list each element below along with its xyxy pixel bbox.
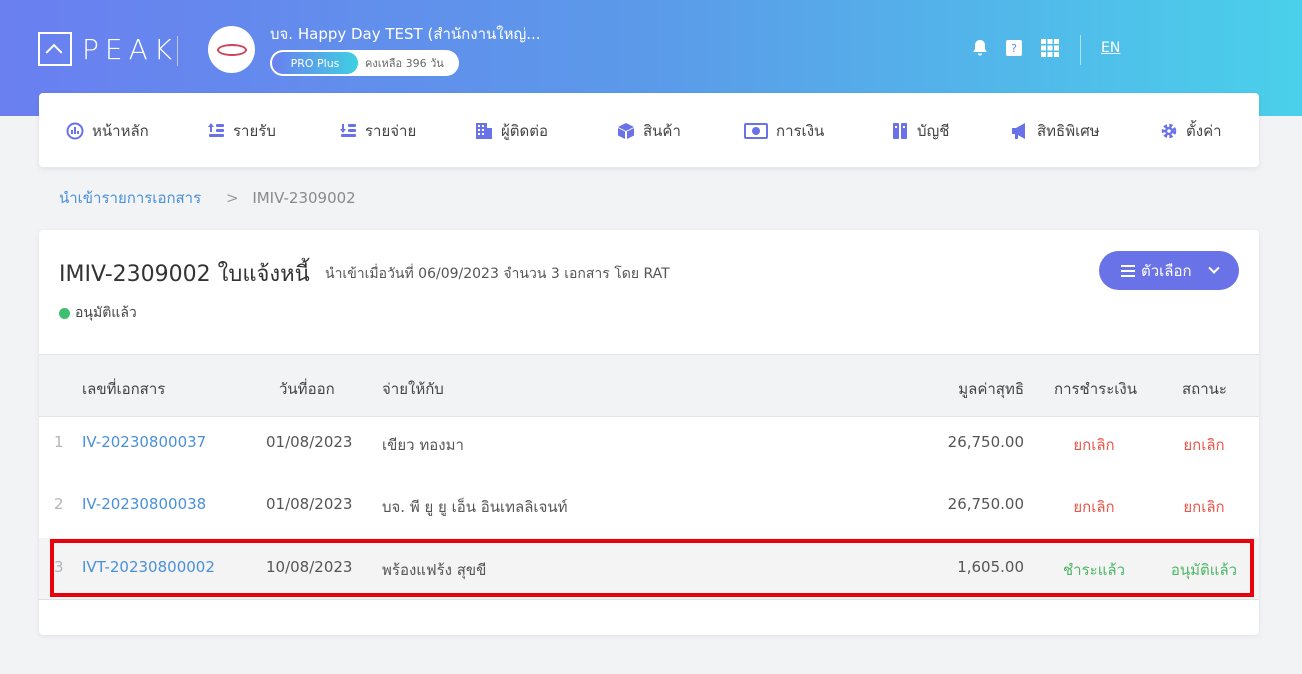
table-row[interactable]: 1 IV-20230800037 01/08/2023 เขียว ทองมา … <box>39 413 1259 475</box>
nav-products[interactable]: สินค้า <box>617 119 681 143</box>
plan-badge[interactable]: PRO Plus คงเหลือ 396 วัน <box>270 50 459 76</box>
plan-name: PRO Plus <box>272 52 358 74</box>
payee: พร้องแฟร้ง สุขขี <box>382 561 487 579</box>
page-title: IMIV-2309002 ใบแจ้งหนี้ <box>59 262 310 287</box>
megaphone-icon <box>1011 122 1029 140</box>
nav-label: รายจ่าย <box>365 122 417 140</box>
chevron-down-icon <box>1207 262 1220 274</box>
status-text: อนุมัติแล้ว <box>75 305 137 321</box>
breadcrumb-separator: > <box>225 189 239 207</box>
nav-accounting[interactable]: บัญชี <box>891 119 949 143</box>
product-box-icon <box>617 122 635 140</box>
nav-dashboard[interactable]: หน้าหลัก <box>66 119 149 143</box>
language-switch[interactable]: EN <box>1101 40 1120 56</box>
options-label: ตัวเลือก <box>1141 261 1192 280</box>
import-meta: นำเข้าเมื่อวันที่ 06/09/2023 จำนวน 3 เอก… <box>325 266 670 282</box>
row-number: 3 <box>54 558 64 576</box>
net-amount: 26,750.00 <box>947 433 1024 451</box>
nav-label: ตั้งค่า <box>1186 122 1222 140</box>
doc-number-link[interactable]: IV-20230800037 <box>82 433 206 451</box>
col-status[interactable]: สถานะ <box>1182 377 1227 401</box>
company-name[interactable]: บจ. Happy Day TEST (สำนักงานใหญ่... <box>270 22 541 46</box>
header-divider <box>177 36 178 66</box>
row-number: 2 <box>54 495 64 513</box>
expense-icon <box>339 122 357 140</box>
income-icon <box>207 122 225 140</box>
nav-contacts[interactable]: ผู้ติดต่อ <box>475 119 548 143</box>
col-payment[interactable]: การชำระเงิน <box>1054 377 1137 401</box>
plan-remaining: คงเหลือ 396 วัน <box>365 57 444 70</box>
contacts-building-icon <box>475 122 493 140</box>
payment-status: ชำระแล้ว <box>1063 561 1125 579</box>
document-status: อนุมัติแล้ว <box>1170 561 1238 579</box>
svg-text:?: ? <box>1011 42 1017 55</box>
nav-label: สินค้า <box>643 122 681 140</box>
nav-label: บัญชี <box>917 122 950 140</box>
dashboard-icon <box>66 122 84 140</box>
row-number: 1 <box>54 433 64 451</box>
table-row[interactable]: 2 IV-20230800038 01/08/2023 บจ. พี ยู ยู… <box>39 475 1259 537</box>
col-payee[interactable]: จ่ายให้กับ <box>382 377 444 401</box>
company-avatar[interactable] <box>208 26 255 73</box>
net-amount: 1,605.00 <box>957 558 1024 576</box>
nav-income[interactable]: รายรับ <box>207 119 276 143</box>
issue-date: 01/08/2023 <box>266 495 353 513</box>
net-amount: 26,750.00 <box>947 495 1024 513</box>
payment-status: ยกเลิก <box>1073 436 1115 454</box>
issue-date: 10/08/2023 <box>266 558 353 576</box>
logo-mark-icon <box>38 32 72 66</box>
peak-logo[interactable]: PEAK <box>38 32 178 66</box>
breadcrumb: นำเข้ารายการเอกสาร > IMIV-2309002 <box>59 186 356 210</box>
nav-label: ผู้ติดต่อ <box>501 122 549 140</box>
main-nav: หน้าหลัก รายรับ รายจ่าย ผู้ติดต่อ สินค้า… <box>39 93 1259 167</box>
money-icon <box>744 122 768 140</box>
ledger-book-icon <box>891 122 909 140</box>
options-dropdown-button[interactable]: ตัวเลือก <box>1099 251 1239 290</box>
company-logo-icon <box>216 43 247 56</box>
payee: เขียว ทองมา <box>382 436 464 454</box>
breadcrumb-current: IMIV-2309002 <box>252 189 356 207</box>
nav-settings[interactable]: ตั้งค่า <box>1160 119 1222 143</box>
doc-number-link[interactable]: IVT-20230800002 <box>82 558 215 576</box>
doc-number-link[interactable]: IV-20230800038 <box>82 495 206 513</box>
nav-label: สิทธิพิเศษ <box>1037 122 1100 140</box>
payee: บจ. พี ยู ยู เอ็น อินเทลลิเจนท์ <box>382 498 568 516</box>
table-header: เลขที่เอกสาร วันที่ออก จ่ายให้กับ มูลค่า… <box>39 354 1259 417</box>
col-net-amount[interactable]: มูลค่าสุทธิ <box>958 377 1024 401</box>
nav-label: หน้าหลัก <box>92 122 149 140</box>
apps-grid-icon[interactable] <box>1039 37 1061 59</box>
status-badge: อนุมัติแล้ว <box>59 302 137 324</box>
document-status: ยกเลิก <box>1183 436 1225 454</box>
menu-lines-icon <box>1121 264 1135 277</box>
document-status: ยกเลิก <box>1183 498 1225 516</box>
nav-label: การเงิน <box>776 122 825 140</box>
table-row[interactable]: 3 IVT-20230800002 10/08/2023 พร้องแฟร้ง … <box>39 538 1259 600</box>
col-doc-number[interactable]: เลขที่เอกสาร <box>82 377 165 401</box>
brand-name: PEAK <box>82 32 179 66</box>
document-card: IMIV-2309002 ใบแจ้งหนี้ นำเข้าเมื่อวันที… <box>39 230 1259 635</box>
status-dot-icon <box>59 307 70 319</box>
nav-finance[interactable]: การเงิน <box>744 119 824 143</box>
breadcrumb-parent-link[interactable]: นำเข้ารายการเอกสาร <box>59 189 201 207</box>
header-divider <box>1080 35 1081 65</box>
payment-status: ยกเลิก <box>1073 498 1115 516</box>
issue-date: 01/08/2023 <box>266 433 353 451</box>
nav-expense[interactable]: รายจ่าย <box>339 119 416 143</box>
gear-icon <box>1160 122 1178 140</box>
bell-icon[interactable] <box>969 37 991 59</box>
help-book-icon[interactable]: ? <box>1003 37 1025 59</box>
nav-privileges[interactable]: สิทธิพิเศษ <box>1011 119 1100 143</box>
col-issue-date[interactable]: วันที่ออก <box>279 377 335 401</box>
nav-label: รายรับ <box>233 122 276 140</box>
